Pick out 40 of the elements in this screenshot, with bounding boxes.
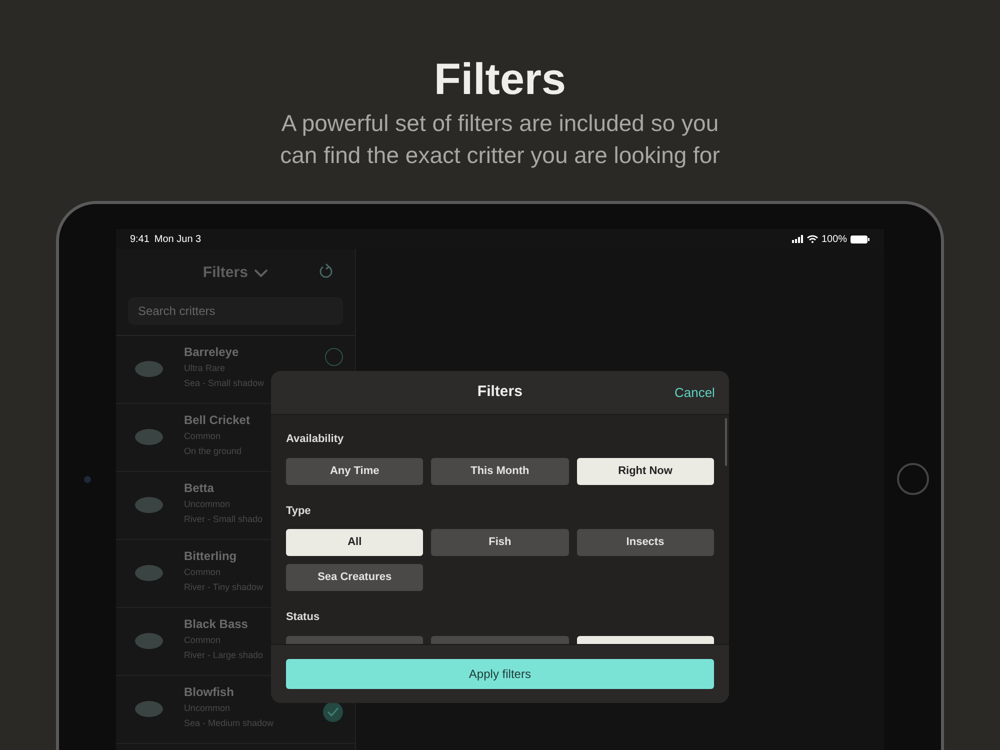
section-label: Availability [286,432,345,447]
camera-icon [84,476,91,482]
filter-option[interactable]: Right Now [576,458,714,484]
scroll-bar [724,418,727,466]
page-subtitle: A powerful set of filters are included so you can find the exact critter you are looking for [279,109,721,170]
page-title: Filters [434,55,566,105]
signal-icon [792,235,804,243]
critter-icon [134,563,166,583]
filter-option[interactable]: Fish [431,529,569,556]
search-field[interactable]: Search critters [128,297,343,325]
critter-icon [134,699,166,719]
section-label: Status [286,610,321,625]
apply-filters-button[interactable]: Apply filters [286,659,714,689]
critter-icon [134,631,166,651]
filter-option[interactable]: All [286,529,424,556]
clock-time: 9:41 [130,232,150,246]
refresh-icon[interactable] [318,263,333,279]
critter-name: Bell Cricket [184,412,251,428]
filter-option[interactable]: Any Time [286,458,424,484]
critter-icon [134,427,166,447]
wifi-icon [807,235,818,243]
battery-icon [850,234,870,244]
battery-percent: 100% [821,232,848,246]
critter-name: Barreleye [184,344,240,360]
critter-name: Betta [184,480,215,496]
section-label: Type [286,504,312,518]
date-text: Mon Jun 3 [154,232,202,246]
chevron-down-icon[interactable] [254,268,268,278]
critter-icon [134,359,166,379]
check-icon[interactable] [322,702,343,722]
critter-name: Blowfish [184,684,235,700]
cancel-button[interactable]: Cancel [674,382,715,402]
critter-name: Black Bass [184,616,249,632]
home-button[interactable] [896,463,929,495]
filter-option[interactable]: This Month [431,458,569,484]
critter-name: Bitterling [184,548,238,564]
filter-option[interactable]: Sea Creatures [286,564,424,591]
critter-icon [134,495,166,515]
dialog-title: Filters [477,382,522,402]
filter-option[interactable]: Insects [576,529,714,556]
